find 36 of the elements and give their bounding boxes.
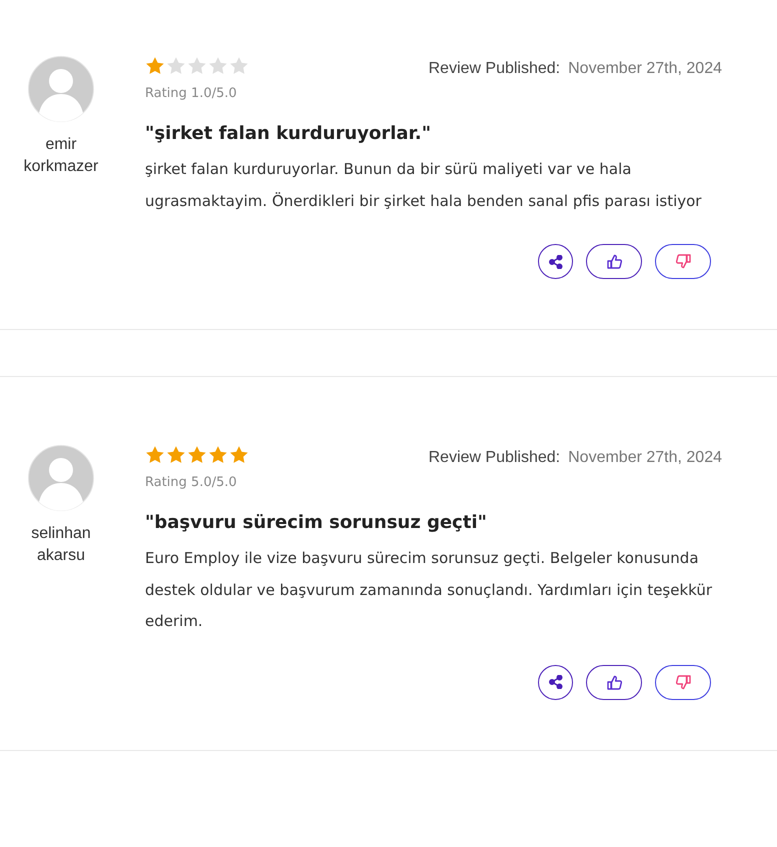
review-title: "şirket falan kurduruyorlar." — [145, 123, 432, 144]
thumbs-up-icon — [606, 254, 622, 269]
share-icon — [548, 675, 562, 689]
dislike-button[interactable] — [655, 244, 711, 279]
share-button[interactable] — [538, 664, 573, 700]
published-date: November 27th, 2024 — [568, 60, 722, 78]
thumbs-down-icon — [676, 674, 690, 690]
star-icon — [145, 56, 165, 76]
published-label: Review Published: — [428, 60, 560, 78]
star-icon — [166, 56, 186, 76]
review-text: şirket falan kurduruyorlar. Bunun da bir sürü maliyeti var ve hala ugrasmaktayim. Önerdikleri bir şirket hala benden sanal pfis parası istiyor — [145, 159, 702, 212]
review-text: Euro Employ ile vize başvuru sürecim sorunsuz geçti. Belgeler konusunda destek oldular ve başvurum zamanında sonuçlandı. Yardımları için teşekkür ederim. — [145, 548, 714, 632]
rating-text: Rating 1.0/5.0 — [145, 86, 238, 101]
avatar-icon — [28, 445, 94, 511]
star-icon — [229, 445, 249, 465]
star-icon — [166, 445, 186, 465]
star-icon — [208, 56, 228, 76]
star-icon — [208, 445, 228, 465]
star-icon — [187, 56, 207, 76]
avatar-icon — [28, 56, 94, 122]
review-title: "başvuru sürecim sorunsuz geçti" — [145, 512, 488, 533]
dislike-button[interactable] — [655, 664, 711, 700]
thumbs-up-icon — [606, 674, 622, 690]
like-button[interactable] — [586, 244, 642, 279]
star-icon — [145, 445, 165, 465]
share-button[interactable] — [538, 244, 573, 279]
like-button[interactable] — [586, 664, 642, 700]
share-icon — [548, 254, 562, 268]
published-date: November 27th, 2024 — [568, 449, 722, 467]
published-label: Review Published: — [428, 449, 560, 467]
author-name: emir korkmazer — [22, 135, 100, 177]
star-icon — [187, 445, 207, 465]
rating-text: Rating 5.0/5.0 — [145, 475, 238, 490]
author-name: selinhan akarsu — [30, 524, 92, 566]
star-icon — [229, 56, 249, 76]
thumbs-down-icon — [676, 254, 690, 269]
